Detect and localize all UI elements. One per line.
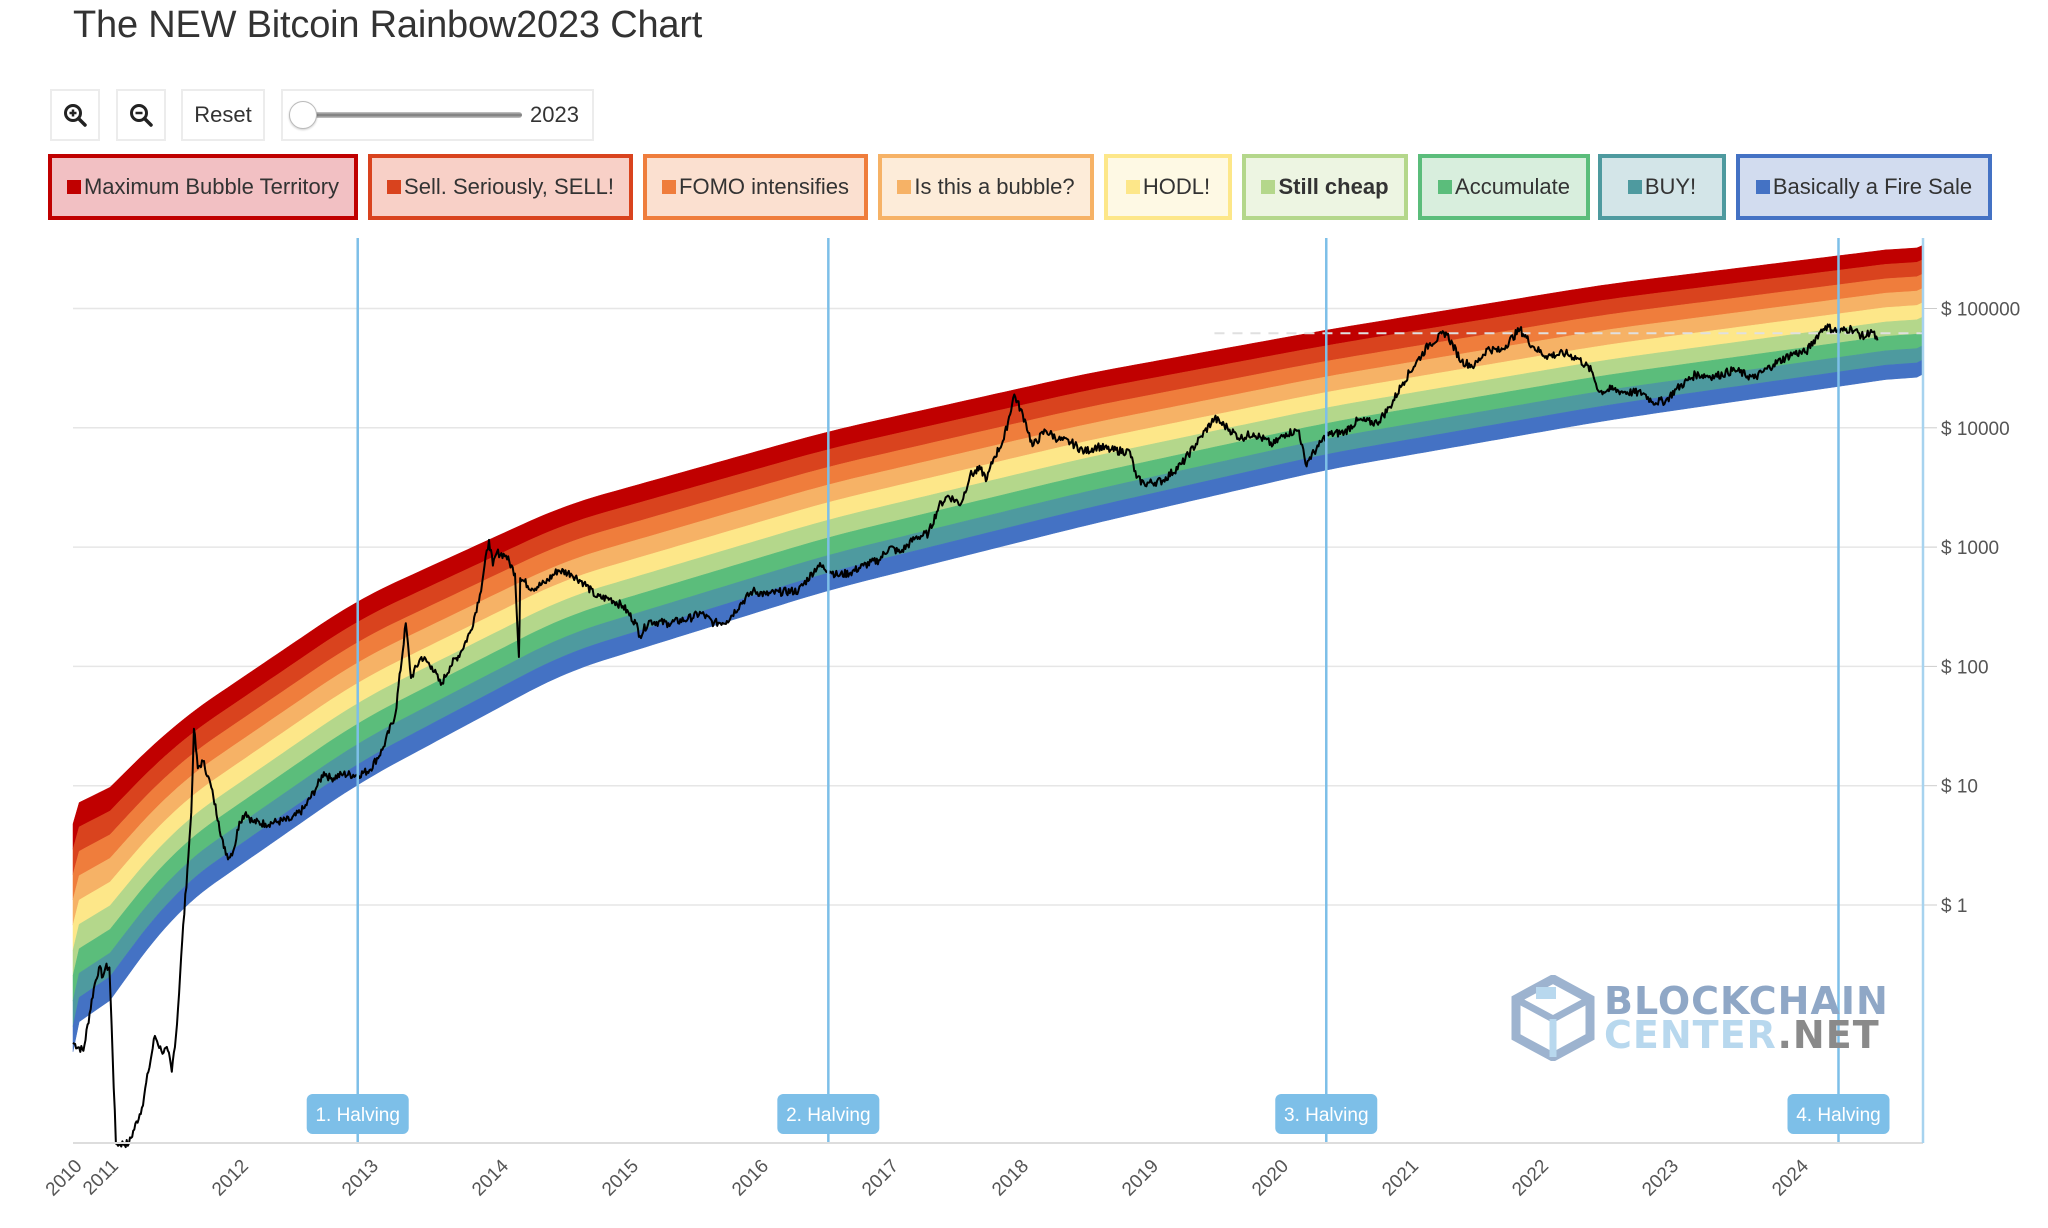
x-tick-label: 2014 [468, 1155, 513, 1200]
halving-label: 2. Halving [786, 1105, 871, 1126]
x-tick-label: 2011 [79, 1156, 123, 1200]
x-tick-label: 2016 [728, 1156, 773, 1201]
x-tick-label: 2022 [1508, 1156, 1553, 1201]
x-tick-label: 2010 [42, 1156, 87, 1201]
y-tick-label: $ 10 [1941, 777, 1978, 798]
y-tick-label: $ 1 [1941, 896, 1967, 917]
blockchaincenter-logo-icon [1511, 975, 1595, 1061]
x-tick-label: 2018 [988, 1156, 1033, 1201]
x-tick-label: 2021 [1378, 1156, 1423, 1201]
rainbow-bands [72, 244, 1924, 1052]
x-tick-label: 2023 [1638, 1156, 1683, 1201]
y-tick-label: $ 100 [1941, 657, 1989, 678]
x-tick-label: 2012 [208, 1156, 253, 1201]
watermark-line2a: CENTER [1604, 1013, 1778, 1057]
x-tick-label: 2013 [338, 1156, 383, 1201]
x-tick-label: 2024 [1768, 1155, 1813, 1200]
y-tick-label: $ 1000 [1941, 538, 1999, 559]
y-tick-label: $ 10000 [1941, 419, 2010, 440]
blockchaincenter-watermark: BLOCKCHAIN CENTER.NET [1510, 975, 1889, 1061]
halving-label: 1. Halving [315, 1105, 400, 1126]
x-tick-label: 2017 [858, 1156, 903, 1201]
x-tick-label: 2020 [1248, 1156, 1293, 1201]
y-tick-label: $ 100000 [1941, 300, 2020, 321]
watermark-line2b: .NET [1777, 1013, 1880, 1057]
halving-label: 3. Halving [1284, 1105, 1369, 1126]
x-tick-label: 2015 [598, 1156, 643, 1201]
x-tick-label: 2019 [1118, 1156, 1163, 1201]
halving-label: 4. Halving [1796, 1105, 1881, 1126]
